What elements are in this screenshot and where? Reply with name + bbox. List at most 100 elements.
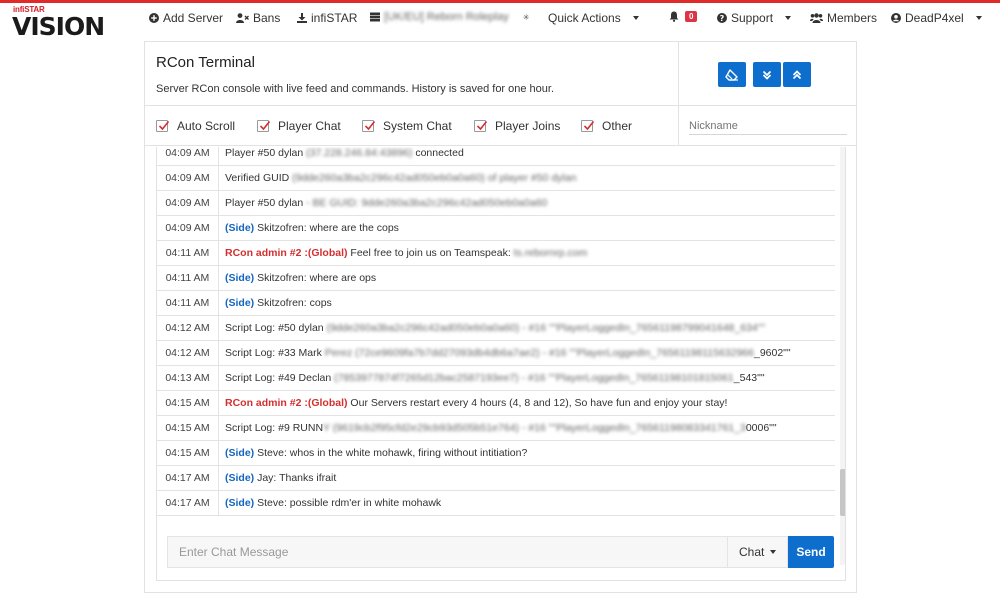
log-message: Player #50 dylan (37.228.246.84:43896) c… [219, 147, 464, 159]
log-message: RCon admin #2 :(Global) Feel free to joi… [219, 247, 587, 259]
log-scrollbar-thumb[interactable] [840, 469, 845, 516]
checkbox[interactable] [156, 120, 170, 132]
log-message: (Side) Skitzofren: where are ops [219, 272, 376, 284]
eraser-icon [725, 68, 738, 81]
log-row: 04:15 AM Script Log: #9 RUNNY (9619cb2f95… [157, 416, 835, 441]
log-message: Script Log: #50 dylan (9dde260a3ba2c296c… [219, 322, 765, 334]
log-row: 04:11 AM (Side) Skitzofren: cops [157, 291, 835, 316]
log-text: Our Servers restart every 4 hours (4, 8 … [347, 397, 728, 409]
filter-system-chat[interactable]: System Chat [362, 119, 452, 133]
log-row: 04:15 AM RCon admin #2 :(Global) Our Serv… [157, 391, 835, 416]
log-time: 04:09 AM [157, 147, 219, 165]
redacted-text: (9dde260a3ba2c296c42ad050eb0a0a60) of pl… [292, 172, 577, 184]
log-row: 04:12 AM Script Log: #33 Mark Perez (72ce… [157, 341, 835, 366]
filter-player-chat[interactable]: Player Chat [257, 119, 341, 133]
log-time: 04:09 AM [157, 166, 219, 190]
admin-prefix: RCon admin #2 :(Global) [225, 397, 348, 409]
log-message: Script Log: #49 Declan (7853977874f7265d… [219, 372, 765, 384]
filter-label: Auto Scroll [177, 119, 236, 133]
chevron-down-icon [975, 16, 982, 20]
log-time: 04:12 AM [157, 341, 219, 365]
nav-members-label: Members [827, 11, 878, 25]
download-icon [297, 13, 307, 23]
log-text: Steve: whos in the white mohawk, firing … [254, 447, 528, 459]
nav-notifications[interactable]: 0 [669, 11, 698, 22]
filter-label: System Chat [383, 119, 452, 133]
admin-prefix: RCon admin #2 :(Global) [225, 247, 348, 259]
nickname-input[interactable] [689, 118, 847, 135]
chat-type-dropdown[interactable]: Chat [727, 536, 788, 568]
clear-console-button[interactable] [718, 62, 746, 87]
log-time: 04:11 AM [157, 291, 219, 315]
filter-player-joins[interactable]: Player Joins [474, 119, 560, 133]
filter-label: Player Joins [495, 119, 561, 133]
log-time: 04:15 AM [157, 416, 219, 440]
question-circle-icon: ? [717, 13, 727, 23]
filter-other[interactable]: Other [581, 119, 632, 133]
double-chevron-down-icon [762, 70, 772, 80]
filter-label: Other [602, 119, 633, 133]
checkbox[interactable] [581, 120, 595, 132]
nav-bans[interactable]: Bans [236, 11, 280, 25]
nav-add-server[interactable]: Add Server [149, 11, 223, 25]
nav-quick-actions[interactable]: Quick Actions [548, 11, 639, 25]
checkbox[interactable] [362, 120, 376, 132]
log-text: Script Log: #49 Declan [225, 372, 335, 384]
log-message: Script Log: #9 RUNNY (9619cb2f95cfd2e29c… [219, 422, 777, 434]
chat-form: Enter Chat Message Chat Send [167, 536, 835, 568]
side-channel-tag: (Side) [225, 472, 255, 484]
log-message: Script Log: #33 Mark Perez (72ce9609fa7b… [219, 347, 791, 359]
log-row: 04:17 AM (Side) Jay: Thanks ifrait [157, 466, 835, 491]
nav-user-label: DeadP4xel [905, 11, 964, 25]
nav-infistar[interactable]: infiSTAR [297, 11, 357, 25]
filter-bar: Auto Scroll Player Chat System Chat Play… [145, 106, 679, 146]
log-text: Skitzofren: where are the cops [254, 222, 399, 234]
nickname-area [679, 106, 856, 146]
log-text: Feel free to join us on Teamspeak: [347, 247, 514, 259]
log-row: 04:15 AM (Side) Steve: whos in the white … [157, 441, 835, 466]
page-title: RCon Terminal [156, 54, 255, 71]
nav-server-name: [UK/EU] Reborn Roleplay [384, 11, 509, 23]
side-channel-tag: (Side) [225, 447, 255, 459]
notification-badge: 0 [685, 11, 698, 22]
log-message: RCon admin #2 :(Global) Our Servers rest… [219, 397, 727, 409]
chat-placeholder: Enter Chat Message [179, 545, 289, 559]
page-subtitle: Server RCon console with live feed and c… [156, 83, 555, 95]
brand-logo[interactable]: infiSTAR VISION [12, 5, 128, 41]
check-icon [476, 121, 488, 131]
nav-bans-label: Bans [253, 11, 281, 25]
nav-server-select[interactable]: [UK/EU] Reborn Roleplay ✳ [370, 11, 529, 23]
nav-quick-actions-label: Quick Actions [548, 11, 621, 25]
log-text: Jay: Thanks ifrait [254, 472, 337, 484]
log-text-tail: _9602"" [753, 347, 791, 359]
log-text: Script Log: #50 dylan [225, 322, 327, 334]
log-time: 04:12 AM [157, 316, 219, 340]
log-text: Script Log: #33 Mark [225, 347, 325, 359]
log-message: (Side) Steve: possible rdm'er in white m… [219, 497, 441, 509]
nav-members[interactable]: Members [810, 11, 877, 25]
filter-auto-scroll[interactable]: Auto Scroll [156, 119, 235, 133]
log-text: Skitzofren: where are ops [254, 272, 377, 284]
checkbox[interactable] [257, 120, 271, 132]
chevron-down-icon [770, 550, 777, 554]
nav-user-menu[interactable]: DeadP4xel [891, 11, 982, 25]
log-time: 04:15 AM [157, 441, 219, 465]
filter-label: Player Chat [278, 119, 341, 133]
nav-support[interactable]: ? Support [717, 11, 792, 25]
chat-message-input[interactable]: Enter Chat Message [167, 536, 727, 568]
redacted-text: (7853977874f7265d12bac2587193ee7) - #16 … [334, 372, 734, 384]
log-time: 04:11 AM [157, 241, 219, 265]
console-log[interactable]: 04:09 AM Player #50 dylan (37.228.246.84:… [156, 147, 846, 565]
send-button[interactable]: Send [788, 536, 834, 568]
log-text: Verified GUID [225, 172, 293, 184]
redacted-text: Y (9619cb2f95cfd2e29cb93d505b51e764) - #… [323, 422, 746, 434]
log-scrollbar[interactable] [840, 147, 845, 565]
sun-icon: ✳ [522, 12, 530, 22]
side-channel-tag: (Side) [225, 222, 255, 234]
side-channel-tag: (Side) [225, 272, 255, 284]
scroll-top-button[interactable] [783, 62, 811, 87]
scroll-bottom-button[interactable] [753, 62, 781, 87]
user-circle-icon [891, 13, 901, 23]
navbar: infiSTAR VISION Add Server Bans infiSTAR… [0, 3, 1000, 41]
checkbox[interactable] [474, 120, 488, 132]
